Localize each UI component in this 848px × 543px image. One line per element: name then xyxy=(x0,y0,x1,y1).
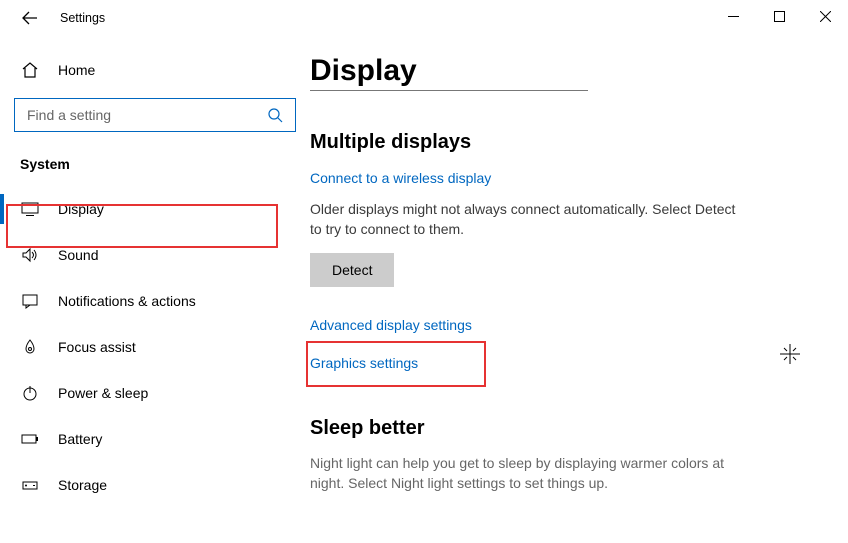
sidebar-home[interactable]: Home xyxy=(0,50,310,90)
sidebar-item-label: Battery xyxy=(58,431,102,447)
search-box[interactable] xyxy=(14,98,296,132)
sidebar-item-focus-assist[interactable]: Focus assist xyxy=(0,324,310,370)
notifications-icon xyxy=(20,291,40,311)
advanced-display-link[interactable]: Advanced display settings xyxy=(310,317,808,333)
sound-icon xyxy=(20,245,40,265)
sidebar-item-sound[interactable]: Sound xyxy=(0,232,310,278)
sidebar-item-label: Storage xyxy=(58,477,107,493)
sleep-description: Night light can help you get to sleep by… xyxy=(310,454,740,493)
window-title: Settings xyxy=(60,11,105,25)
maximize-button[interactable] xyxy=(756,0,802,32)
minimize-button[interactable] xyxy=(710,0,756,32)
search-icon xyxy=(265,105,285,125)
sidebar-home-label: Home xyxy=(58,62,95,78)
detect-description: Older displays might not always connect … xyxy=(310,200,740,239)
back-arrow-icon xyxy=(21,9,39,27)
graphics-settings-link[interactable]: Graphics settings xyxy=(310,355,418,371)
sidebar-item-display[interactable]: Display xyxy=(0,186,310,232)
detect-button[interactable]: Detect xyxy=(310,253,394,287)
connect-wireless-link[interactable]: Connect to a wireless display xyxy=(310,170,808,186)
close-button[interactable] xyxy=(802,0,848,32)
close-icon xyxy=(820,11,831,22)
page-title: Display xyxy=(310,54,808,88)
search-input[interactable] xyxy=(25,106,255,124)
sidebar-item-label: Power & sleep xyxy=(58,385,148,401)
sidebar-item-label: Notifications & actions xyxy=(58,293,196,309)
section-multiple-displays: Multiple displays xyxy=(310,131,808,154)
back-button[interactable] xyxy=(18,6,42,30)
content-area: Display Multiple displays Connect to a w… xyxy=(310,36,848,543)
sidebar-item-battery[interactable]: Battery xyxy=(0,416,310,462)
sidebar-item-notifications[interactable]: Notifications & actions xyxy=(0,278,310,324)
focus-assist-icon xyxy=(20,337,40,357)
home-icon xyxy=(20,60,40,80)
sidebar-item-label: Display xyxy=(58,201,104,217)
sidebar-item-storage[interactable]: Storage xyxy=(0,462,310,508)
section-sleep-better: Sleep better xyxy=(310,417,808,440)
sidebar-item-label: Focus assist xyxy=(58,339,136,355)
power-icon xyxy=(20,383,40,403)
title-underline xyxy=(310,90,588,91)
window-controls xyxy=(710,0,848,32)
sidebar-item-power-sleep[interactable]: Power & sleep xyxy=(0,370,310,416)
sidebar: Home System Display Sound Notifica xyxy=(0,36,310,543)
battery-icon xyxy=(20,429,40,449)
maximize-icon xyxy=(774,11,785,22)
display-icon xyxy=(20,199,40,219)
minimize-icon xyxy=(728,11,739,22)
storage-icon xyxy=(20,475,40,495)
sidebar-item-label: Sound xyxy=(58,247,98,263)
sidebar-group-label: System xyxy=(0,146,310,186)
